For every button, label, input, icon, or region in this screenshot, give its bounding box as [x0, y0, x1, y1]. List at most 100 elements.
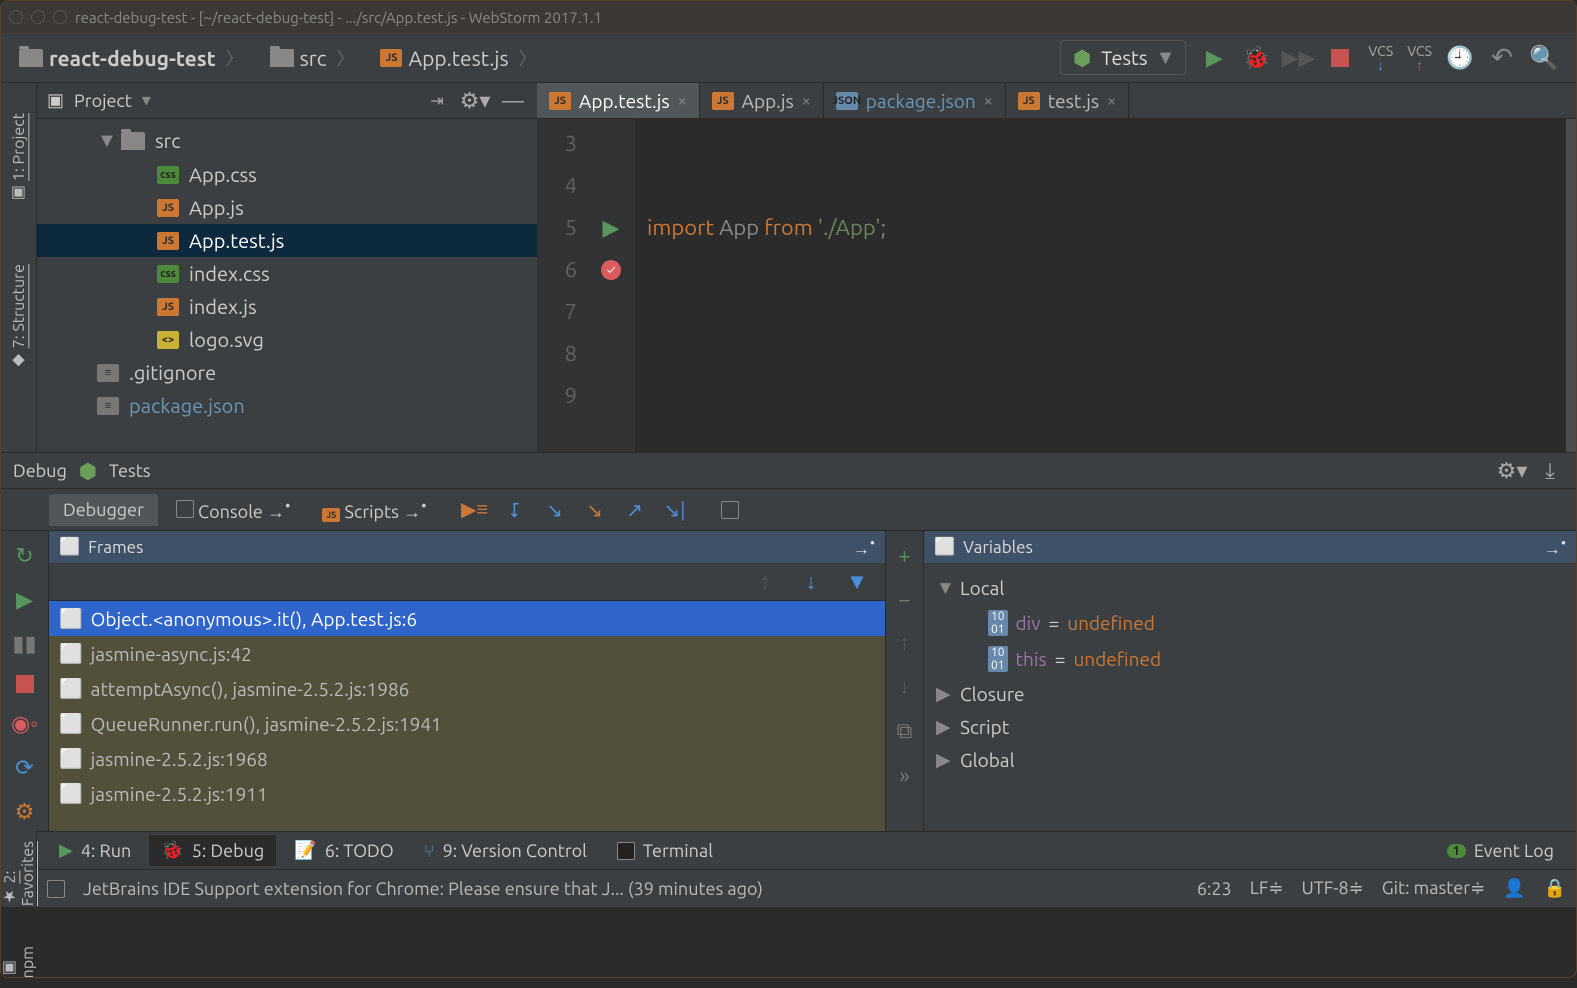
step-into-button[interactable]: ↘	[536, 494, 572, 526]
rerun-button[interactable]: ↻	[11, 543, 39, 569]
file-package-json[interactable]: ≡package.json	[37, 389, 537, 422]
hide-icon[interactable]: —	[499, 87, 527, 115]
file-gitignore[interactable]: ≡.gitignore	[37, 356, 537, 389]
gear-icon[interactable]: ⚙▾	[461, 87, 489, 115]
scope-closure[interactable]: ▶Closure	[932, 677, 1568, 710]
favorites-tool-tab[interactable]: ★ 2: Favorites	[0, 831, 41, 916]
vcs-update-button[interactable]: VCS↓	[1368, 44, 1393, 72]
todo-tab[interactable]: 📝6: TODO	[282, 835, 405, 866]
mute-breakpoints-button[interactable]: ⟳	[11, 755, 39, 781]
code-editor[interactable]: 3456789 ▶ ✓ import App from './App'; it(…	[537, 119, 1576, 452]
previous-frame-button[interactable]: ↑	[751, 568, 779, 596]
tab-app-js[interactable]: JSApp.js×	[700, 83, 824, 118]
hide-frames-icon[interactable]: →•	[853, 535, 875, 560]
file-app-css[interactable]: cssApp.css	[37, 158, 537, 191]
copy-button[interactable]: ⧉	[891, 717, 919, 745]
stop-button[interactable]	[11, 675, 39, 693]
hide-vars-icon[interactable]: →•	[1544, 535, 1566, 560]
run-to-cursor-button[interactable]: ↘|	[656, 494, 692, 526]
step-over-button[interactable]: ⭣̄	[496, 494, 532, 526]
version-control-tab[interactable]: ⑂9: Version Control	[412, 836, 599, 866]
inspection-icon[interactable]: 👤	[1503, 878, 1525, 899]
file-logo-svg[interactable]: <>logo.svg	[37, 323, 537, 356]
tab-package-json[interactable]: JSONpackage.json×	[824, 83, 1006, 118]
close-icon[interactable]: ×	[1107, 92, 1116, 110]
folder-src[interactable]: ▼ src	[37, 123, 537, 158]
console-tab[interactable]: Console →•	[162, 491, 304, 529]
run-tab[interactable]: ▶4: Run	[47, 835, 143, 866]
resume-button[interactable]: ▶	[11, 587, 39, 613]
frame-row[interactable]: ⬜Object.<anonymous>.it(), App.test.js:6	[49, 601, 885, 636]
debug-button[interactable]: 🐞	[1242, 44, 1270, 72]
debug-tab[interactable]: 🐞5: Debug	[149, 835, 276, 866]
close-icon[interactable]: ×	[984, 92, 993, 110]
chevron-down-icon[interactable]: ▾	[142, 90, 151, 111]
breakpoint-icon[interactable]: ✓	[587, 249, 635, 291]
minimize-icon[interactable]	[31, 10, 45, 24]
variable-row[interactable]: 1001 div = undefined	[932, 605, 1568, 641]
history-button[interactable]: 🕘	[1446, 44, 1474, 72]
show-execution-point-button[interactable]: ▶≡	[456, 494, 492, 526]
scope-global[interactable]: ▶Global	[932, 743, 1568, 776]
close-icon[interactable]	[9, 10, 23, 24]
settings-button[interactable]: ⚙	[11, 799, 39, 825]
evaluate-expression-button[interactable]	[712, 494, 748, 526]
frame-row[interactable]: ⬜attemptAsync(), jasmine-2.5.2.js:1986	[49, 671, 885, 706]
move-down-button[interactable]: ↓	[891, 673, 919, 701]
frame-row[interactable]: ⬜QueueRunner.run(), jasmine-2.5.2.js:194…	[49, 706, 885, 741]
breadcrumb-folder[interactable]: src〉	[260, 41, 365, 75]
view-breakpoints-button[interactable]: ◉◦	[11, 711, 39, 737]
breadcrumb-file[interactable]: JS App.test.js〉	[370, 41, 546, 75]
close-icon[interactable]: ×	[678, 92, 687, 110]
close-icon[interactable]: ×	[802, 92, 811, 110]
status-icon[interactable]	[47, 880, 65, 898]
add-watch-button[interactable]: +	[891, 541, 919, 569]
code-content[interactable]: import App from './App'; it('renders wit…	[635, 119, 1566, 452]
force-step-into-button[interactable]: ↘	[576, 494, 612, 526]
structure-tool-tab[interactable]: ◆ 7: Structure	[5, 254, 32, 381]
project-tool-tab[interactable]: ▣ 1: Project	[5, 103, 32, 214]
collapse-icon[interactable]: ⇥	[423, 87, 451, 115]
run-gutter-icon[interactable]: ▶	[587, 207, 635, 249]
scope-script[interactable]: ▶Script	[932, 710, 1568, 743]
tab-app-test-js[interactable]: JSApp.test.js×	[537, 83, 700, 118]
file-app-js[interactable]: JSApp.js	[37, 191, 537, 224]
breadcrumb-project[interactable]: react-debug-test〉	[9, 41, 254, 75]
search-button[interactable]: 🔍	[1530, 44, 1558, 72]
file-app-test-js[interactable]: JSApp.test.js	[37, 224, 537, 257]
frame-list[interactable]: ⬜Object.<anonymous>.it(), App.test.js:6 …	[49, 601, 885, 831]
next-frame-button[interactable]: ↓	[797, 568, 825, 596]
variables-tree[interactable]: ▼Local 1001 div = undefined 1001 this = …	[924, 563, 1576, 831]
frame-row[interactable]: ⬜jasmine-2.5.2.js:1968	[49, 741, 885, 776]
line-number-gutter[interactable]: 3456789	[537, 119, 587, 452]
scope-local[interactable]: ▼Local	[932, 571, 1568, 605]
frame-row[interactable]: ⬜jasmine-2.5.2.js:1911	[49, 776, 885, 811]
expand-button[interactable]: »	[891, 761, 919, 789]
frame-row[interactable]: ⬜jasmine-async.js:42	[49, 636, 885, 671]
move-up-button[interactable]: ↑	[891, 629, 919, 657]
editor-scrollbar[interactable]	[1566, 119, 1576, 452]
pause-button[interactable]: ▮▮	[11, 631, 39, 657]
file-encoding[interactable]: UTF-8≑	[1301, 878, 1363, 899]
stop-button[interactable]	[1326, 44, 1354, 72]
variable-row[interactable]: 1001 this = undefined	[932, 641, 1568, 677]
run-configuration-selector[interactable]: ⬢ Tests ▼	[1060, 40, 1186, 75]
maximize-icon[interactable]	[53, 10, 67, 24]
terminal-tab[interactable]: Terminal	[605, 836, 725, 866]
coverage-button[interactable]: ▶▶	[1284, 44, 1312, 72]
file-index-css[interactable]: cssindex.css	[37, 257, 537, 290]
scripts-tab[interactable]: JS Scripts →•	[308, 491, 440, 529]
filter-button[interactable]: ▼	[843, 568, 871, 596]
lock-icon[interactable]: 🔒	[1544, 878, 1566, 899]
vcs-commit-button[interactable]: VCS↑	[1407, 44, 1432, 72]
file-index-js[interactable]: JSindex.js	[37, 290, 537, 323]
tab-test-js[interactable]: JStest.js×	[1006, 83, 1129, 118]
step-out-button[interactable]: ↗	[616, 494, 652, 526]
gear-icon[interactable]: ⚙▾	[1498, 457, 1526, 485]
line-separator[interactable]: LF≑	[1250, 878, 1284, 899]
npm-tool-tab[interactable]: ▣ npm	[0, 936, 41, 988]
event-log-tab[interactable]: 1Event Log	[1435, 836, 1566, 866]
project-tree[interactable]: ▼ src cssApp.css JSApp.js JSApp.test.js …	[37, 119, 537, 452]
hide-icon[interactable]: ⤓	[1536, 457, 1564, 485]
run-button[interactable]: ▶	[1200, 44, 1228, 72]
